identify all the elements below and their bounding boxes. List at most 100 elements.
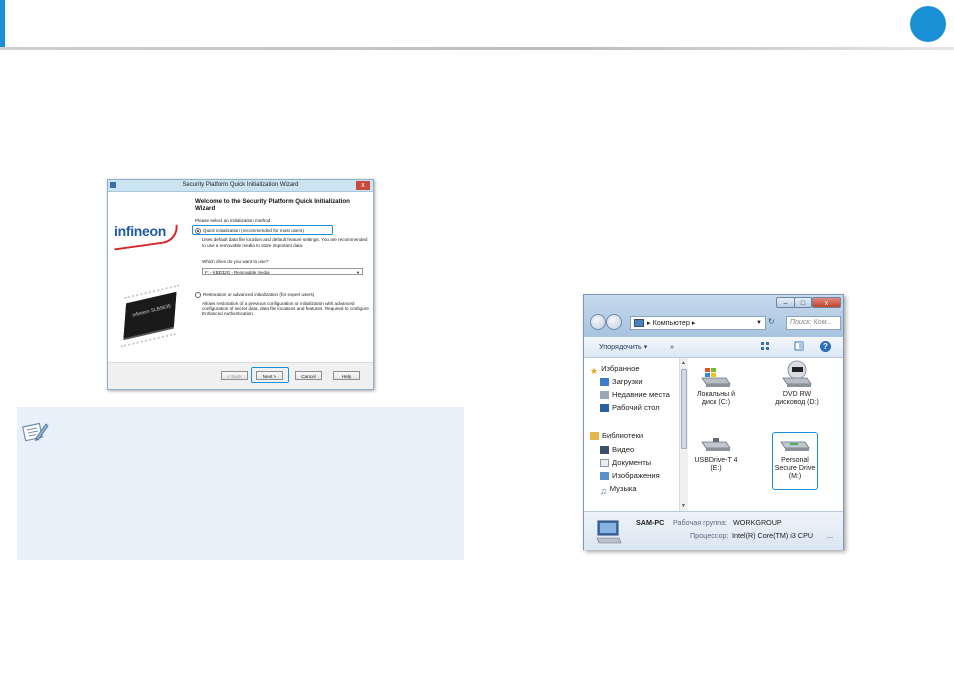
navigation-pane: ★ Избранное Загрузки Недавние места Рабоч…	[584, 358, 688, 511]
header-accent-bar	[0, 0, 5, 50]
computer-name: SAM-PC	[636, 518, 665, 527]
cancel-button[interactable]: Cancel	[295, 371, 322, 380]
downloads-icon	[600, 378, 609, 386]
nav-item-music[interactable]: ♫ Музыка	[600, 483, 637, 496]
nav-item-documents[interactable]: Документы	[600, 457, 651, 469]
option-advanced-row[interactable]: Restoration or advanced initialization (…	[195, 291, 370, 299]
address-crumb-computer[interactable]: Компьютер	[653, 318, 690, 327]
organize-button[interactable]: Упорядочить ▾	[599, 342, 647, 351]
search-input[interactable]: Поиск: Ком...	[786, 316, 841, 330]
toolbar-overflow-button[interactable]: »	[670, 342, 674, 351]
quick-option-highlight	[192, 225, 333, 236]
help-button[interactable]: Help	[333, 371, 360, 380]
nav-item-label: Загрузки	[612, 377, 643, 386]
address-crumb-arrow[interactable]: ▸	[692, 318, 696, 327]
nav-item-label: Рабочий стол	[612, 403, 660, 412]
advanced-description: Allows restoration of a previous configu…	[202, 300, 369, 317]
hard-drive-windows-icon	[701, 368, 731, 387]
recent-places-icon	[600, 391, 609, 399]
workgroup-label: Рабочая группа:	[673, 518, 728, 527]
wizard-titlebar: Security Platform Quick Initialization W…	[108, 180, 373, 192]
preview-pane-icon[interactable]	[794, 341, 804, 351]
details-pane: SAM-PC Рабочая группа: WORKGROUP Процесс…	[584, 511, 843, 550]
scroll-thumb[interactable]	[681, 369, 687, 449]
forward-nav-button[interactable]	[606, 314, 622, 330]
nav-item-label: Музыка	[609, 484, 637, 493]
desktop-icon	[600, 404, 609, 412]
close-button[interactable]: x	[812, 297, 841, 308]
note-pencil-icon	[22, 422, 49, 442]
explorer-screenshot: – □ x ▸ Компьютер ▸ ▼ ↻ Поиск: Ком... Уп…	[583, 294, 844, 550]
option-quick-row[interactable]: Quick initialization (recommended for mo…	[192, 225, 370, 236]
address-bar[interactable]: ▸ Компьютер ▸ ▼	[630, 316, 766, 330]
drive-item[interactable]: Локальны й диск (C:)	[691, 366, 741, 407]
wizard-heading: Welcome to the Security Platform Quick I…	[195, 198, 350, 212]
star-icon: ★	[590, 366, 599, 376]
drive-item[interactable]: USBDrive-T 4 (E:)	[691, 434, 741, 473]
chevron-down-icon: ▼	[356, 269, 360, 275]
secure-drive-highlight	[772, 432, 818, 490]
nav-item-label: Изображения	[612, 471, 660, 480]
music-icon: ♫	[600, 486, 607, 496]
refresh-icon[interactable]: ↻	[768, 317, 775, 326]
wizard-footer: < Back Next > Cancel Help	[108, 362, 373, 389]
documents-icon	[600, 459, 609, 467]
note-box	[17, 407, 464, 560]
dvd-drive-icon	[782, 360, 812, 387]
drive-select[interactable]: F: - KBD32G - Removable media ▼	[202, 267, 363, 275]
scroll-down-icon[interactable]: ▼	[681, 503, 686, 509]
drive-item[interactable]: DVD RW дисковод (D:)	[772, 360, 822, 407]
option-advanced-label: Restoration or advanced initialization (…	[203, 291, 315, 297]
help-icon[interactable]: ?	[820, 341, 831, 352]
drives-content: Локальны й диск (C:) DVD RW дисковод (D:…	[689, 358, 843, 511]
radio-advanced[interactable]	[195, 291, 201, 298]
nav-favorites-label: Избранное	[601, 364, 640, 373]
cpu-ellipsis: ...	[827, 531, 833, 540]
video-icon	[600, 446, 609, 454]
nav-item-desktop[interactable]: Рабочий стол	[600, 402, 660, 414]
computer-icon	[596, 520, 622, 544]
nav-item-label: Видео	[612, 445, 635, 454]
nav-libraries[interactable]: Библиотеки	[590, 430, 643, 442]
view-options-icon[interactable]	[760, 341, 770, 351]
back-button[interactable]: < Back	[221, 371, 248, 380]
drive-label: Локальны й диск (C:)	[696, 391, 736, 407]
nav-item-video[interactable]: Видео	[600, 444, 634, 456]
nav-libraries-label: Библиотеки	[602, 431, 644, 440]
explorer-titlebar: – □ x ▸ Компьютер ▸ ▼ ↻ Поиск: Ком...	[584, 295, 843, 337]
page-marker-dot	[910, 6, 946, 42]
wizard-title: Security Platform Quick Initialization W…	[182, 182, 299, 188]
drive-label: DVD RW дисковод (D:)	[775, 391, 819, 407]
wizard-prompt: Please select an initialization method:	[195, 218, 272, 223]
scroll-up-icon[interactable]: ▲	[681, 360, 686, 366]
wizard-side-panel: infineon infineon SLB9635	[108, 192, 183, 364]
drive-select-value: F: - KBD32G - Removable media	[205, 269, 270, 275]
next-button[interactable]: Next >	[256, 371, 283, 380]
header-divider	[0, 47, 954, 50]
address-arrow-icon: ▸	[647, 318, 651, 327]
computer-icon	[634, 319, 644, 328]
explorer-toolbar: Упорядочить ▾ » ?	[584, 337, 843, 358]
pictures-icon	[600, 472, 609, 480]
drive-label: USBDrive-T 4 (E:)	[694, 457, 738, 473]
nav-item-recent[interactable]: Недавние места	[600, 389, 670, 401]
nav-favorites[interactable]: ★ Избранное	[590, 363, 640, 376]
back-nav-button[interactable]	[590, 314, 606, 330]
wizard-content: Welcome to the Security Platform Quick I…	[192, 198, 370, 321]
usb-drive-icon	[701, 438, 731, 451]
libraries-icon	[590, 432, 599, 440]
drive-question: Which drive do you want to use?	[202, 259, 269, 265]
nav-item-pictures[interactable]: Изображения	[600, 470, 660, 482]
address-dropdown-icon[interactable]: ▼	[756, 317, 762, 329]
wizard-screenshot: Security Platform Quick Initialization W…	[107, 179, 374, 390]
nav-scrollbar[interactable]: ▲ ▼	[679, 358, 688, 511]
wizard-app-icon	[110, 182, 116, 188]
nav-item-label: Недавние места	[612, 390, 670, 399]
nav-item-downloads[interactable]: Загрузки	[600, 376, 643, 388]
cpu-label: Процессор:	[690, 531, 729, 540]
wizard-close-button[interactable]: x	[356, 181, 370, 190]
minimize-button[interactable]: –	[776, 297, 795, 308]
nav-item-label: Документы	[612, 458, 652, 467]
cpu-value: Intel(R) Core(TM) i3 CPU	[732, 531, 814, 540]
maximize-button[interactable]: □	[794, 297, 812, 308]
